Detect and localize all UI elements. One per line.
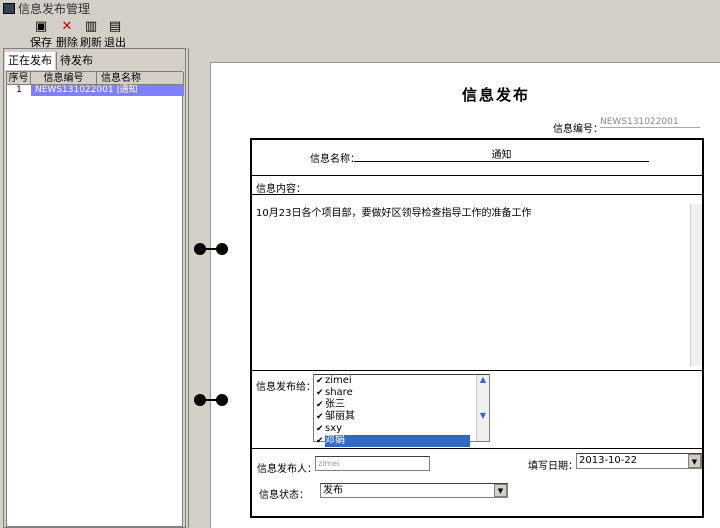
content-text: 10月23日各个项目部，要做好区领导检查指导工作的准备工作	[256, 208, 532, 219]
chevron-down-icon[interactable]: ▼	[688, 454, 701, 468]
recipient-label: sxy	[325, 423, 343, 434]
tab-publishing[interactable]: 正在发布	[5, 52, 55, 70]
row-id: NEWS131022001	[35, 85, 114, 95]
recipient-label: zimei	[325, 375, 352, 386]
recipients-label: 信息发布给：	[256, 382, 316, 393]
table-row[interactable]: NEWS131022001 |通知	[31, 85, 184, 96]
exit-icon: ▤	[108, 19, 122, 34]
col-header-name[interactable]: 信息名称	[97, 72, 184, 85]
content-label: 信息内容：	[256, 184, 306, 195]
publisher-field[interactable]: zimei	[315, 456, 430, 471]
recipients-scrollbar[interactable]: ▲ ▼	[476, 375, 489, 441]
recipients-list[interactable]: ✔zimei ✔share ✔张三 ✔邹丽其 ✔sxy ✔邓娟 ▲ ▼	[313, 374, 490, 447]
recipient-item[interactable]: ✔邓娟	[314, 435, 474, 447]
recipient-item[interactable]: ✔share	[314, 387, 489, 399]
app-icon	[3, 3, 15, 14]
recipient-item[interactable]: ✔sxy	[314, 423, 489, 435]
id-label: 信息编号：	[553, 124, 603, 135]
col-header-no[interactable]: 序号	[7, 72, 31, 85]
content-scrollbar[interactable]	[690, 204, 702, 366]
date-value: 2013-10-22	[579, 455, 638, 466]
recipient-label: 张三	[325, 399, 345, 410]
col-header-id[interactable]: 信息编号	[31, 72, 97, 85]
page-title: 信息发布	[462, 86, 531, 104]
recipient-item[interactable]: ✔张三	[314, 399, 489, 411]
save-icon: ▣	[34, 19, 48, 34]
date-label: 填写日期：	[528, 461, 578, 472]
refresh-icon: ▥	[84, 19, 98, 34]
recipient-label: 邹丽其	[325, 411, 355, 422]
date-picker[interactable]: 2013-10-22 ▼	[576, 453, 702, 469]
exit-button[interactable]: ▤ 退出	[102, 19, 128, 50]
refresh-button[interactable]: ▥ 刷新	[78, 19, 104, 50]
id-field[interactable]: NEWS131022001	[600, 117, 700, 128]
status-select[interactable]: 发布 ▼	[320, 483, 508, 498]
info-grid: 序号 信息编号 信息名称 1 NEWS131022001 |通知	[6, 71, 184, 527]
window-title: 信息发布管理	[18, 2, 91, 16]
content-textarea[interactable]: 10月23日各个项目部，要做好区领导检查指导工作的准备工作	[254, 202, 692, 368]
recipient-label: 邓娟	[325, 435, 470, 447]
status-label: 信息状态：	[259, 490, 309, 501]
publisher-label: 信息发布人：	[257, 464, 317, 475]
save-button[interactable]: ▣ 保存	[28, 19, 54, 50]
name-label: 信息名称：	[310, 154, 360, 165]
name-field[interactable]: 通知	[354, 146, 649, 162]
tab-pending[interactable]: 待发布	[56, 52, 96, 70]
title-bar: 信息发布管理	[0, 0, 720, 18]
delete-icon: ✕	[61, 19, 73, 34]
binder-ring-icon	[194, 394, 230, 406]
recipient-item[interactable]: ✔邹丽其	[314, 411, 489, 423]
binder-ring-icon	[194, 243, 230, 255]
info-form: 信息名称： 通知 信息内容： 10月23日各个项目部，要做好区领导检查指导工作的…	[250, 138, 704, 518]
recipient-item[interactable]: ✔zimei	[314, 375, 489, 387]
row-name: 通知	[119, 85, 138, 95]
chevron-down-icon[interactable]: ▼	[494, 484, 507, 497]
status-value: 发布	[323, 485, 343, 496]
list-panel: 正在发布 待发布 序号 信息编号 信息名称 1 NEWS131022001 |通…	[3, 48, 186, 528]
row-no[interactable]: 1	[7, 85, 31, 96]
delete-button[interactable]: ✕ 删除	[54, 19, 80, 50]
recipient-label: share	[325, 387, 353, 398]
